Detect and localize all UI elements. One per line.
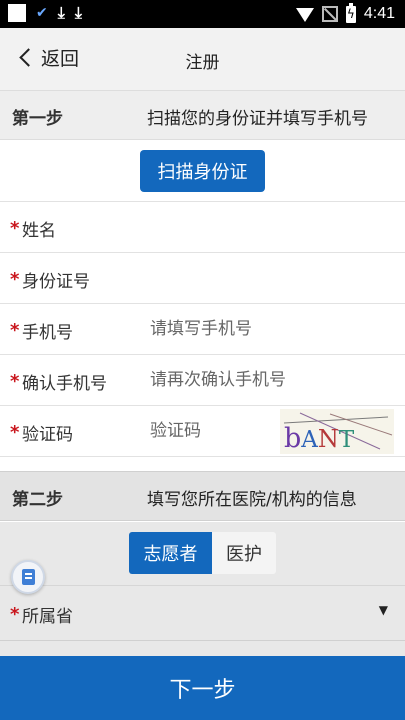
scan-id-card-button[interactable]: 扫描身份证 <box>140 150 265 192</box>
scan-row: 扫描身份证 <box>0 140 405 202</box>
status-bar: ✔ ⤓ ⤓ 4:41 <box>0 0 405 28</box>
document-icon <box>22 569 35 585</box>
dropdown-arrow-icon: ▼ <box>378 603 388 617</box>
step1-label: 第一步 <box>12 109 63 129</box>
no-signal-icon <box>321 6 338 22</box>
required-mark: * <box>10 320 20 341</box>
download-icon: ⤓ <box>74 3 82 22</box>
id-number-label: 身份证号 <box>22 272 90 292</box>
check-icon: ✔ <box>36 5 48 21</box>
name-input[interactable] <box>150 212 390 242</box>
download-icon: ⤓ <box>57 3 65 22</box>
name-row: * 姓名 <box>0 202 405 253</box>
square-icon <box>8 4 26 22</box>
required-mark: * <box>10 269 20 290</box>
confirm-phone-label: 确认手机号 <box>22 374 107 394</box>
role-option-medical[interactable]: 医护 <box>212 532 276 574</box>
step1-description: 扫描您的身份证并填写手机号 <box>147 109 368 129</box>
role-option-volunteer[interactable]: 志愿者 <box>129 532 212 574</box>
captcha-row: * 验证码 bANT <box>0 406 405 457</box>
step1-header: 第一步 扫描您的身份证并填写手机号 <box>0 90 405 140</box>
floating-document-button[interactable] <box>11 560 45 594</box>
step2-description: 填写您所在医院/机构的信息 <box>147 490 357 510</box>
confirm-phone-input[interactable] <box>150 365 390 395</box>
confirm-phone-row: * 确认手机号 <box>0 355 405 406</box>
captcha-text: bANT <box>284 423 355 454</box>
chevron-left-icon <box>19 48 38 67</box>
step2-header: 第二步 填写您所在医院/机构的信息 <box>0 471 405 521</box>
captcha-label: 验证码 <box>22 425 73 445</box>
required-mark: * <box>10 604 20 625</box>
wifi-icon <box>295 8 314 22</box>
required-mark: * <box>10 422 20 443</box>
phone-label: 手机号 <box>22 323 73 343</box>
next-step-button[interactable]: 下一步 <box>0 656 405 720</box>
step2-label: 第二步 <box>12 490 63 510</box>
required-mark: * <box>10 371 20 392</box>
captcha-char: N <box>318 425 339 453</box>
back-label: 返回 <box>41 48 80 70</box>
back-button[interactable]: 返回 <box>19 44 80 71</box>
app-header: 返回 注册 <box>0 28 405 90</box>
required-mark: * <box>10 218 20 239</box>
captcha-input[interactable] <box>150 416 270 446</box>
status-time: 4:41 <box>363 5 395 22</box>
name-label: 姓名 <box>22 221 56 241</box>
province-label: 所属省 <box>22 607 73 627</box>
captcha-image[interactable]: bANT <box>280 409 394 454</box>
captcha-char: b <box>284 423 301 454</box>
phone-row: * 手机号 <box>0 304 405 355</box>
phone-input[interactable] <box>150 314 390 344</box>
captcha-char: A <box>300 427 318 453</box>
id-number-row: * 身份证号 <box>0 253 405 304</box>
id-number-input[interactable] <box>150 263 390 293</box>
battery-charging-icon <box>345 2 356 23</box>
role-toggle-row: 志愿者 医护 <box>0 522 405 586</box>
captcha-char: T <box>339 427 355 453</box>
province-select[interactable]: * 所属省 ▼ <box>0 586 405 641</box>
